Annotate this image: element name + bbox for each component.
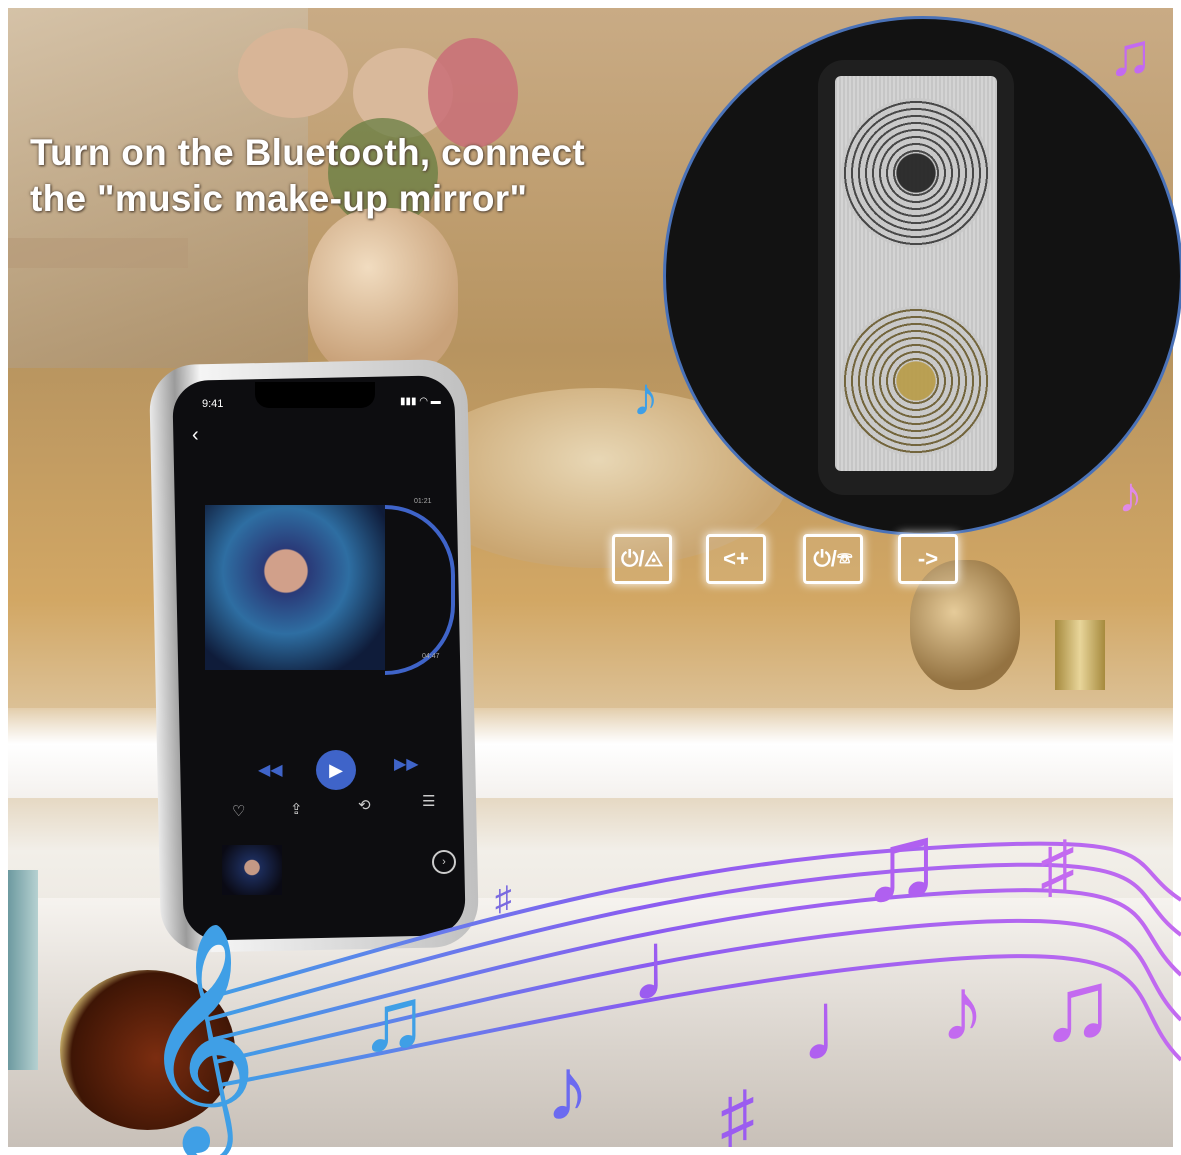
- music-notes-overlay: 𝄞 ♫ ♪ ♩ ♯ ♩ ♫ ♪ ♫ ♯ ♯ ♪ ♫ ♪: [140, 21, 1181, 1155]
- beamed-notes-icon: ♫: [1040, 950, 1115, 1062]
- sharp-icon: ♯: [1040, 827, 1075, 905]
- floating-note-icon: ♪: [632, 367, 659, 427]
- floating-notes-icon: ♫: [1108, 21, 1153, 88]
- eighth-note-icon: ♪: [940, 960, 985, 1060]
- quarter-note-icon: ♩: [800, 970, 900, 1082]
- sharp-icon: ♯: [720, 1077, 755, 1155]
- beamed-notes-icon: ♫: [860, 801, 943, 924]
- quarter-note-icon: ♩: [630, 910, 730, 1022]
- treble-clef-icon: 𝄞: [140, 925, 258, 1155]
- sharp-icon: ♯: [495, 880, 512, 918]
- floating-note-icon: ♪: [1118, 467, 1143, 523]
- eighth-notes-icon: ♫: [360, 970, 428, 1070]
- eighth-note-icon: ♪: [545, 1040, 590, 1140]
